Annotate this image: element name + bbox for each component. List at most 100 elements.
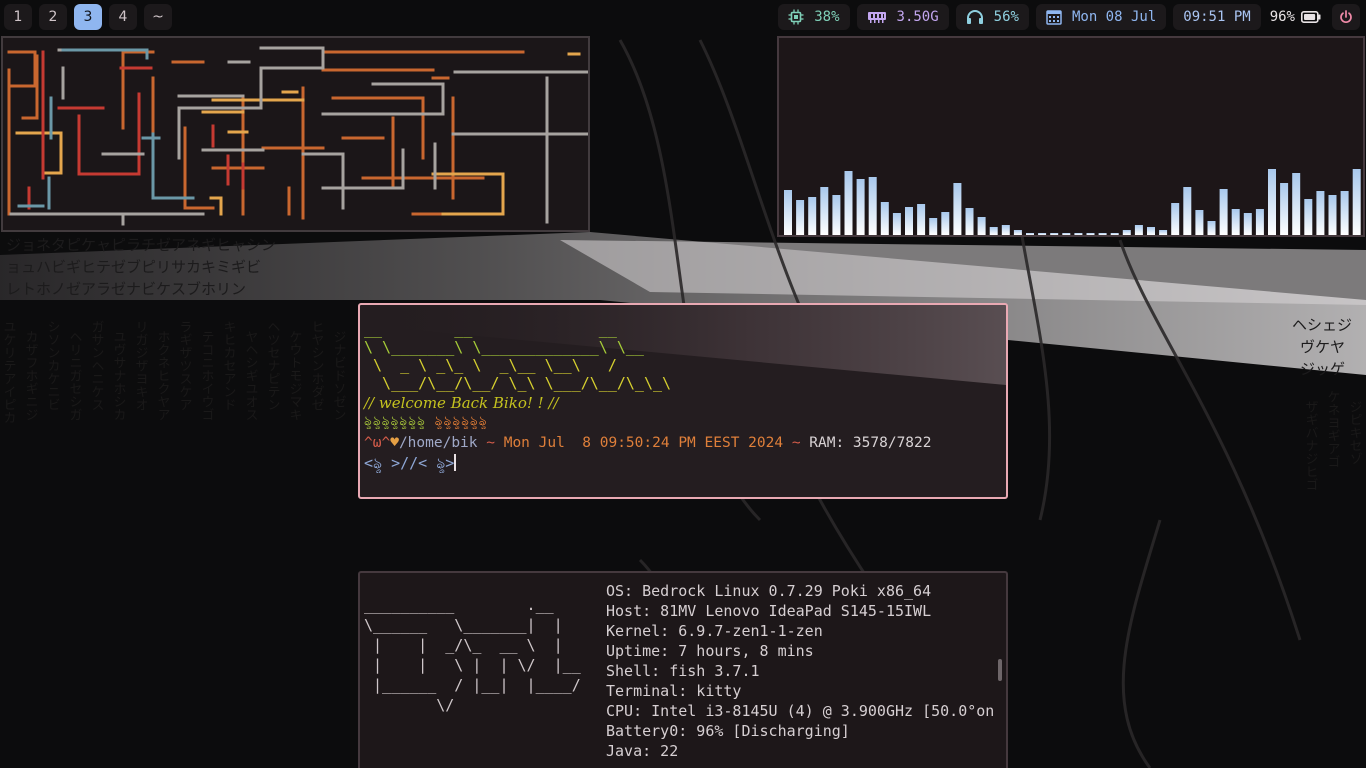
- visualizer-bar: [784, 190, 792, 235]
- pipes-terminal-window[interactable]: [1, 36, 590, 232]
- visualizer-bar: [1001, 225, 1010, 235]
- svg-text:ヘリニガセシガ: ヘリニガセシガ: [67, 330, 83, 421]
- ornament-left: ৡৡৡৡৡৡৡ: [364, 414, 426, 429]
- visualizer-bar: [1050, 233, 1059, 235]
- prompt-face: ^ω^: [364, 435, 391, 451]
- svg-text:ジッゲ: ジッゲ: [1300, 360, 1345, 378]
- workspace-2-button[interactable]: 2: [39, 4, 67, 30]
- workspace-4-button[interactable]: 4: [109, 4, 137, 30]
- prompt-date: Mon Jul 8 09:50:24 PM EEST 2024: [503, 435, 784, 451]
- svg-text:ホクネヒクヤア: ホクネヒクヤア: [155, 330, 171, 421]
- battery-percentage: 96%: [1269, 9, 1295, 25]
- svg-text:ヘツセナピテン: ヘツセナピテン: [265, 320, 281, 411]
- visualizer-bar: [796, 200, 805, 235]
- svg-text:レトホノゼアラゼナビケスブホリン: レトホノゼアラゼナビケスブホリン: [6, 280, 246, 298]
- svg-text:テコニホイウゴ: テコニホイウゴ: [199, 330, 214, 421]
- svg-text:ヒヤシンホダゼ: ヒヤシンホダゼ: [309, 320, 325, 411]
- heart-icon: ♥: [390, 435, 399, 451]
- pipes-animation: [7, 46, 590, 226]
- workspace-scratch-button[interactable]: ~: [144, 4, 172, 30]
- ornament-right: ৡৡৡৡৡৡ: [434, 414, 488, 429]
- power-icon: [1339, 10, 1353, 24]
- svg-text:ョュハビギヒテゼブピリサカキミギビ: ョュハビギヒテゼブピリサカキミギビ: [6, 258, 261, 276]
- info-cpu: CPU: Intel i3-8145U (4) @ 3.900GHz [50.0…: [606, 702, 995, 720]
- fish-terminal-window[interactable]: __ __ __ \ \_______\ \_____________\ \__…: [358, 303, 1008, 499]
- power-button[interactable]: [1332, 4, 1360, 30]
- visualizer-bar: [1159, 230, 1168, 235]
- visualizer-bar: [929, 218, 938, 235]
- memory-icon: [867, 10, 887, 24]
- neofetch-terminal-window[interactable]: __________ .__ \______ \_______| | | | _…: [358, 571, 1008, 768]
- visualizer-bar: [917, 204, 926, 235]
- cpu-icon: [788, 9, 804, 25]
- prompt-separator-2: ~: [791, 435, 801, 451]
- visualizer-bar: [1038, 233, 1047, 235]
- workspace-switcher: 1 2 3 4 ~: [4, 4, 172, 30]
- visualizer-bar: [1316, 191, 1325, 235]
- clock-module[interactable]: 09:51 PM: [1173, 4, 1261, 30]
- cpu-usage: 38%: [814, 9, 840, 25]
- visualizer-bar: [1171, 203, 1180, 235]
- visualizer-bar: [1134, 225, 1143, 235]
- visualizer-bar: [1268, 169, 1276, 235]
- visualizer-bar: [1110, 233, 1119, 235]
- visualizer-bar: [832, 195, 841, 235]
- date-module[interactable]: Mon 08 Jul: [1035, 4, 1167, 30]
- info-terminal: Terminal: kitty: [606, 682, 742, 700]
- visualizer-bar: [1207, 221, 1216, 235]
- headphones-icon: [966, 9, 984, 25]
- svg-text:ヤヘシギユオス: ヤヘシギユオス: [243, 330, 259, 421]
- input-prompt: <ৡ >//< ৡ>: [364, 454, 455, 472]
- workspace-3-button[interactable]: 3: [74, 4, 102, 30]
- svg-text:ヘシェジ: ヘシェジ: [1292, 316, 1352, 334]
- visualizer-bar: [1062, 233, 1071, 235]
- svg-text:リガジザヨキオ: リガジザヨキオ: [133, 320, 149, 411]
- svg-text:ケネヨギアゴ: ケネヨギアゴ: [1325, 390, 1340, 468]
- visualizer-bar: [1026, 233, 1034, 235]
- current-date: Mon 08 Jul: [1071, 9, 1157, 25]
- svg-text:ガサンヘニケス: ガサンヘニケス: [89, 320, 105, 411]
- ornament-line: ৡৡৡৡৡৡৡ ৡৡৡৡৡৡ: [364, 413, 488, 431]
- visualizer-bar: [905, 207, 913, 235]
- svg-text:ケウトモジマキ: ケウトモジマキ: [287, 330, 302, 421]
- info-uptime: Uptime: 7 hours, 8 mins: [606, 642, 814, 660]
- visualizer-bar: [808, 197, 817, 235]
- scrollbar-thumb[interactable]: [998, 659, 1002, 681]
- visualizer-bar: [1013, 230, 1022, 235]
- visualizer-bar: [892, 213, 901, 235]
- logo-line-1: __________ .__: [364, 596, 554, 614]
- workspace-1-button[interactable]: 1: [4, 4, 32, 30]
- svg-text:キヒカセアンド: キヒカセアンド: [221, 320, 237, 411]
- visualizer-bar: [1328, 195, 1337, 235]
- calendar-icon: [1046, 9, 1062, 25]
- visualizer-bar: [1255, 209, 1264, 235]
- ascii-banner-line-4: \___/\__/\__/ \_\ \___/\__/\_\_\: [364, 374, 672, 392]
- svg-text:ジョネタピケャピラチゼアネギヒャシン: ジョネタピケャピラチゼアネギヒャシン: [6, 236, 276, 254]
- command-input-line[interactable]: <ৡ >//< ৡ>: [364, 454, 457, 472]
- battery-icon: [1301, 11, 1321, 23]
- visualizer-bar: [868, 177, 877, 235]
- memory-module[interactable]: 3.50G: [856, 4, 949, 30]
- visualizer-bar: [1243, 213, 1252, 235]
- visualizer-bar: [1074, 233, 1083, 235]
- top-bar: 1 2 3 4 ~ 38% 3.50G 56% Mon 08 Jul 09:51…: [0, 0, 1366, 34]
- battery-module[interactable]: 96%: [1268, 4, 1325, 30]
- visualizer-bar: [965, 208, 974, 235]
- cpu-module[interactable]: 38%: [778, 4, 850, 30]
- info-shell: Shell: fish 3.7.1: [606, 662, 760, 680]
- logo-line-2: \______ \_______| |: [364, 616, 563, 634]
- svg-text:ユヴサナホシカ: ユヴサナホシカ: [111, 330, 126, 421]
- visualizer-bar: [820, 187, 829, 235]
- audio-module[interactable]: 56%: [955, 4, 1029, 30]
- visualizer-bar: [1195, 210, 1204, 235]
- visualizer-bar: [953, 183, 962, 235]
- audio-visualizer-window[interactable]: [777, 36, 1365, 237]
- svg-text:ジピキセゾ: ジピキセゾ: [1347, 400, 1363, 465]
- system-info: OS: Bedrock Linux 0.7.29 Poki x86_64 Hos…: [606, 581, 994, 761]
- prompt-separator: ~: [486, 435, 495, 451]
- memory-usage: 3.50G: [896, 9, 939, 25]
- visualizer-bar: [1304, 199, 1313, 235]
- svg-text:ラギザツスケア: ラギザツスケア: [177, 320, 193, 411]
- info-host: Host: 81MV Lenovo IdeaPad S145-15IWL: [606, 602, 932, 620]
- current-time: 09:51 PM: [1183, 9, 1251, 25]
